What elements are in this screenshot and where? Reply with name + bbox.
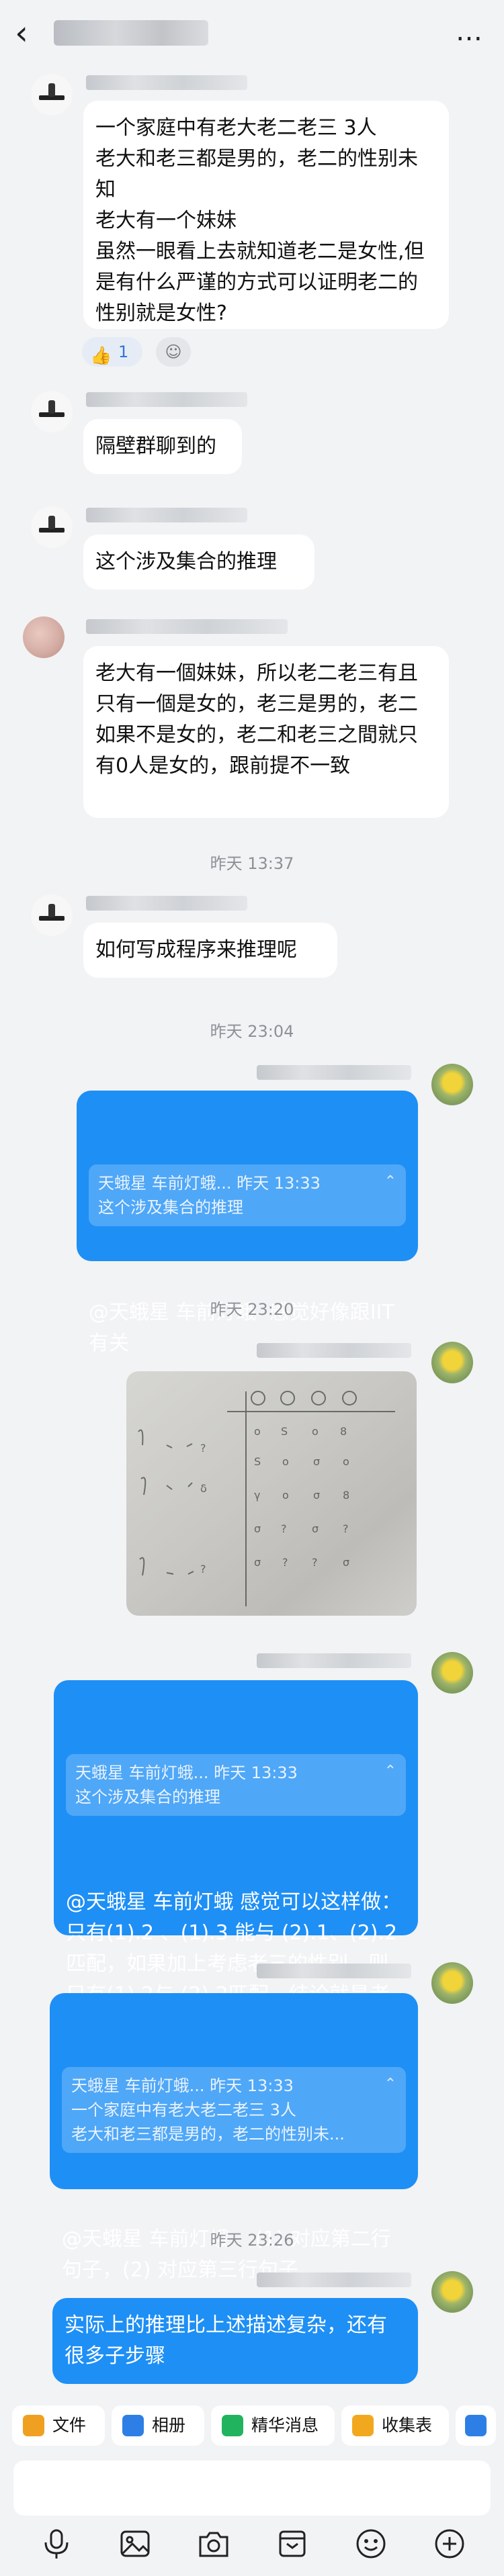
- message-bubble[interactable]: 如何写成程序来推理呢: [83, 923, 337, 978]
- avatar[interactable]: [431, 1652, 473, 1694]
- essence-icon: [222, 2415, 243, 2436]
- message-bubble-mine[interactable]: 天蛾星 车前灯蛾... 昨天 13:33 这个涉及集合的推理 ⌃ @天蛾星 车前灯…: [54, 1680, 418, 2037]
- sender-name-blurred: [86, 508, 247, 522]
- svg-text:?: ?: [312, 1556, 318, 1569]
- svg-text:8: 8: [343, 1489, 349, 1502]
- svg-text:S: S: [281, 1425, 288, 1438]
- svg-text:?: ?: [200, 1563, 206, 1575]
- svg-text:o: o: [312, 1425, 319, 1438]
- message-bubble[interactable]: 一个家庭中有老大老二老三 3人 老大和老三都是男的，老二的性别未知 老大有一个妹…: [83, 101, 449, 329]
- svg-text:o: o: [282, 1455, 289, 1468]
- quoted-reply[interactable]: 天蛾星 车前灯蛾... 昨天 13:33 一个家庭中有老大老二老三 3人 老大和…: [62, 2067, 406, 2153]
- collapse-icon[interactable]: ⌃: [384, 1759, 396, 1784]
- chat-header: ‹ …: [0, 0, 504, 67]
- avatar[interactable]: [31, 391, 73, 432]
- svg-text:?: ?: [281, 1522, 287, 1535]
- avatar[interactable]: [31, 506, 73, 548]
- svg-text:o: o: [343, 1455, 349, 1468]
- timestamp: 昨天 23:04: [210, 1022, 294, 1041]
- quick-action-label: 精华消息: [251, 2416, 319, 2435]
- add-reaction-icon[interactable]: ☺: [156, 337, 191, 367]
- svg-text:γ: γ: [254, 1489, 260, 1502]
- svg-text:?: ?: [200, 1442, 206, 1455]
- thumbs-up-icon: 👍: [90, 346, 112, 366]
- sender-name-blurred: [86, 75, 247, 90]
- timestamp: 昨天 23:20: [210, 1300, 294, 1319]
- avatar[interactable]: [31, 74, 73, 116]
- quick-action-label: 收集表: [382, 2416, 433, 2435]
- quoted-text: 天蛾星 车前灯蛾... 昨天 13:33 这个涉及集合的推理: [75, 1763, 298, 1806]
- quick-action-album[interactable]: 相册: [112, 2405, 204, 2446]
- svg-text:σ: σ: [254, 1556, 261, 1569]
- quick-action-file[interactable]: 文件: [12, 2405, 105, 2446]
- svg-text:S: S: [254, 1455, 261, 1468]
- message-bubble-mine[interactable]: 天蛾星 车前灯蛾... 昨天 13:33 这个涉及集合的推理 ⌃ @天蛾星 车前灯…: [77, 1091, 418, 1355]
- message-bubble[interactable]: 这个涉及集合的推理: [83, 535, 314, 590]
- chat-title-blurred: [54, 20, 208, 46]
- sender-name-blurred: [257, 1065, 411, 1080]
- quoted-reply[interactable]: 天蛾星 车前灯蛾... 昨天 13:33 这个涉及集合的推理 ⌃: [89, 1164, 406, 1226]
- quoted-text: 天蛾星 车前灯蛾... 昨天 13:33 一个家庭中有老大老二老三 3人 老大和…: [71, 2076, 345, 2144]
- camera-icon[interactable]: [195, 2525, 233, 2563]
- file-icon: [23, 2415, 44, 2436]
- svg-text:δ: δ: [200, 1482, 207, 1495]
- message-bubble[interactable]: 老大有一個妹妹，所以老二老三有且只有一個是女的，老三是男的，老二如果不是女的，老…: [83, 646, 449, 818]
- form-icon: [352, 2415, 374, 2436]
- reaction-like[interactable]: 👍 1: [82, 337, 142, 367]
- svg-text:σ: σ: [343, 1556, 349, 1569]
- avatar[interactable]: [23, 616, 65, 658]
- sender-name-blurred: [257, 2272, 411, 2287]
- svg-text:σ: σ: [312, 1522, 319, 1535]
- message-bubble-mine[interactable]: 天蛾星 车前灯蛾... 昨天 13:33 一个家庭中有老大老二老三 3人 老大和…: [50, 1993, 418, 2282]
- more-actions-icon: [465, 2415, 487, 2436]
- quick-action-label: 文件: [52, 2416, 87, 2435]
- plus-icon[interactable]: [431, 2525, 468, 2563]
- sender-name-blurred: [86, 392, 247, 407]
- image-icon[interactable]: [116, 2525, 154, 2563]
- timestamp: 昨天 23:26: [210, 2231, 294, 2250]
- avatar[interactable]: [431, 2271, 473, 2313]
- quoted-text: 天蛾星 车前灯蛾... 昨天 13:33 这个涉及集合的推理: [98, 1174, 321, 1217]
- svg-text:8: 8: [340, 1425, 347, 1438]
- sender-name-blurred: [257, 1653, 411, 1668]
- collapse-icon[interactable]: ⌃: [384, 2072, 396, 2097]
- collapse-icon[interactable]: ⌃: [384, 1170, 396, 1194]
- wallet-icon[interactable]: [274, 2525, 311, 2563]
- timestamp: 昨天 13:37: [210, 854, 294, 873]
- sender-name-blurred: [257, 1964, 411, 1978]
- album-icon: [122, 2415, 144, 2436]
- mic-icon[interactable]: [38, 2525, 75, 2563]
- message-input[interactable]: [13, 2460, 491, 2516]
- quick-action-essence[interactable]: 精华消息: [211, 2405, 335, 2446]
- svg-text:σ: σ: [254, 1522, 261, 1535]
- message-bubble-mine[interactable]: 实际上的推理比上述描述复杂，还有很多子步骤: [52, 2298, 418, 2384]
- avatar[interactable]: [431, 1064, 473, 1105]
- reaction-count: 1: [118, 342, 129, 361]
- avatar[interactable]: [31, 894, 73, 936]
- more-dots-icon[interactable]: …: [456, 16, 484, 47]
- sender-name-blurred: [86, 896, 247, 911]
- message-bubble[interactable]: 隔壁群聊到的: [83, 419, 242, 474]
- quick-action-label: 相册: [152, 2416, 186, 2435]
- sender-name-blurred: [257, 1343, 411, 1358]
- svg-text:?: ?: [282, 1556, 288, 1569]
- avatar[interactable]: [431, 1962, 473, 2004]
- quick-action-form[interactable]: 收集表: [341, 2405, 449, 2446]
- svg-text:?: ?: [343, 1522, 349, 1535]
- svg-text:σ: σ: [313, 1489, 320, 1502]
- handwritten-notes-image: o So 8 So σ o γ o σ 8 σ? σ? σ?? σ ? δ?: [138, 1391, 395, 1606]
- quoted-reply[interactable]: 天蛾星 车前灯蛾... 昨天 13:33 这个涉及集合的推理 ⌃: [66, 1754, 406, 1816]
- avatar[interactable]: [431, 1342, 473, 1383]
- sender-name-blurred: [86, 619, 288, 634]
- quick-action-more[interactable]: [456, 2405, 496, 2446]
- emoji-icon[interactable]: [352, 2525, 390, 2563]
- svg-text:o: o: [282, 1489, 289, 1502]
- svg-text:o: o: [254, 1425, 261, 1438]
- back-chevron-icon[interactable]: ‹: [15, 16, 28, 50]
- photo-message[interactable]: o So 8 So σ o γ o σ 8 σ? σ? σ?? σ ? δ?: [126, 1371, 417, 1616]
- svg-text:σ: σ: [313, 1455, 320, 1468]
